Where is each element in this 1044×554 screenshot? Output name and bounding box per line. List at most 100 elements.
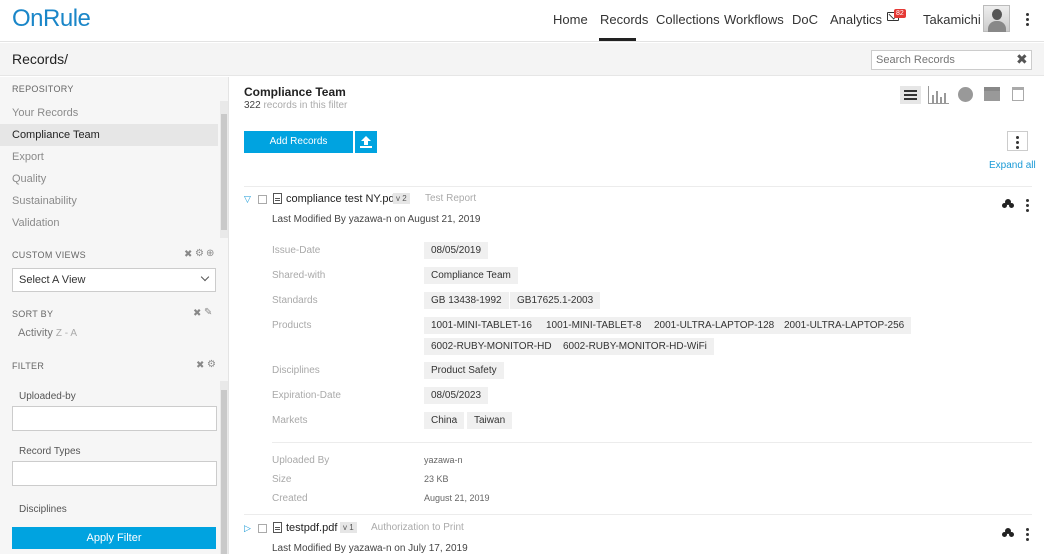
meta-label-size: Size	[272, 474, 292, 485]
prop-label-standards: Standards	[272, 295, 318, 306]
app-logo[interactable]: OnRule	[12, 5, 91, 33]
gear-icon[interactable]: ⚙	[195, 248, 204, 259]
prop-label-disciplines: Disciplines	[272, 365, 320, 376]
prop-label-markets: Markets	[272, 415, 308, 426]
kebab-icon[interactable]	[1026, 199, 1029, 214]
prop-tag: Compliance Team	[424, 267, 518, 284]
sidebar-item-export[interactable]: Export	[0, 146, 218, 168]
prop-label-issue-date: Issue-Date	[272, 245, 321, 256]
sidebar-item-validation[interactable]: Validation	[0, 212, 218, 234]
record-count: 322 records in this filter	[244, 100, 348, 111]
prop-tag: China	[424, 412, 465, 429]
expand-triangle-icon[interactable]: ▷	[244, 523, 251, 534]
sidebar-item-sustainability[interactable]: Sustainability	[0, 190, 218, 212]
record-version-badge: v 2	[393, 193, 410, 204]
chart-icon[interactable]	[928, 86, 949, 104]
sort-field[interactable]: Activity Z - A	[18, 327, 77, 339]
archive-icon[interactable]	[984, 87, 1000, 101]
top-navbar: OnRule Home Records Collections Workflow…	[0, 0, 1044, 42]
repository-scroll-thumb[interactable]	[221, 114, 227, 230]
filter-disciplines-label: Disciplines	[19, 504, 67, 515]
filter-scroll-thumb[interactable]	[221, 390, 227, 554]
trash-icon[interactable]	[1012, 87, 1024, 101]
meta-value-created: August 21, 2019	[424, 493, 490, 503]
prop-tag: 2001-ULTRA-LAPTOP-128	[647, 317, 782, 334]
close-icon[interactable]: ✖	[193, 308, 201, 319]
meta-label-created: Created	[272, 493, 308, 504]
meta-label-uploaded-by: Uploaded By	[272, 455, 330, 466]
record-file-name[interactable]: compliance test NY.pdf	[286, 193, 398, 205]
nav-analytics[interactable]: Analytics	[830, 12, 882, 27]
record-type: Authorization to Print	[371, 522, 464, 533]
close-icon[interactable]: ✖	[184, 249, 192, 260]
prop-tag: GB 13438-1992	[424, 292, 509, 309]
nav-home[interactable]: Home	[553, 12, 588, 27]
expand-triangle-icon[interactable]: ▽	[244, 194, 251, 205]
collection-title: Compliance Team	[244, 85, 346, 99]
pencil-icon[interactable]: ✎	[204, 307, 212, 318]
prop-tag: 6002-RUBY-MONITOR-HD	[424, 338, 559, 355]
kebab-icon[interactable]	[1026, 528, 1029, 543]
record-type: Test Report	[425, 193, 477, 204]
globe-icon[interactable]	[958, 87, 973, 102]
nav-collections[interactable]: Collections	[656, 12, 720, 27]
expand-all-link[interactable]: Expand all	[989, 160, 1036, 171]
select-view-dropdown[interactable]: Select A View	[12, 268, 216, 292]
prop-tag: 08/05/2023	[424, 387, 489, 404]
close-icon[interactable]: ✖	[1016, 51, 1028, 67]
group-icon[interactable]	[1002, 199, 1014, 209]
sidebar-item-compliance-team[interactable]: Compliance Team	[0, 124, 218, 146]
search-input[interactable]	[871, 50, 1032, 70]
gear-icon[interactable]: ⚙	[207, 359, 216, 370]
mail-count-badge: 82	[894, 9, 906, 18]
prop-tag: GB17625.1-2003	[510, 292, 601, 309]
record-modified: Last Modified By yazawa-n on July 17, 20…	[272, 543, 468, 554]
divider	[244, 514, 1032, 515]
add-icon[interactable]: ⊕	[206, 248, 214, 259]
prop-label-products: Products	[272, 320, 312, 331]
divider	[244, 186, 1032, 187]
meta-value-uploaded-by: yazawa-n	[424, 455, 463, 465]
prop-tag: 1001-MINI-TABLET-8	[539, 317, 649, 334]
upload-icon[interactable]	[355, 131, 377, 153]
record-modified: Last Modified By yazawa-n on August 21, …	[272, 214, 481, 225]
sidebar-item-your-records[interactable]: Your Records	[0, 102, 218, 124]
record-version-badge: v 1	[340, 522, 357, 533]
close-icon[interactable]: ✖	[196, 360, 204, 371]
sidebar-item-quality[interactable]: Quality	[0, 168, 218, 190]
list-view-icon[interactable]	[900, 86, 921, 104]
filter-heading: FILTER	[12, 361, 45, 371]
nav-workflows[interactable]: Workflows	[724, 12, 784, 27]
divider	[272, 442, 1032, 443]
apply-filter-button[interactable]: Apply Filter	[12, 527, 216, 549]
kebab-icon	[1016, 136, 1019, 151]
prop-tag: Product Safety	[424, 362, 504, 379]
more-options-button[interactable]	[1007, 131, 1028, 151]
avatar[interactable]	[983, 5, 1010, 32]
uploaded-by-input[interactable]	[12, 406, 217, 431]
document-icon	[273, 193, 282, 204]
filter-uploaded-by-label: Uploaded-by	[19, 391, 76, 402]
filter-record-types-label: Record Types	[19, 446, 81, 457]
add-records-button[interactable]: Add Records	[244, 131, 353, 153]
nav-doc[interactable]: DoC	[792, 12, 818, 27]
sort-heading: SORT BY	[12, 309, 54, 319]
prop-tag: 1001-MINI-TABLET-16	[424, 317, 539, 334]
nav-active-indicator	[599, 38, 636, 41]
record-checkbox[interactable]	[258, 524, 267, 533]
record-types-input[interactable]	[12, 461, 217, 486]
prop-tag: 08/05/2019	[424, 242, 489, 259]
record-file-name[interactable]: testpdf.pdf	[286, 522, 337, 534]
prop-label-shared-with: Shared-with	[272, 270, 326, 281]
custom-views-heading: CUSTOM VIEWS	[12, 250, 86, 260]
prop-label-expiration-date: Expiration-Date	[272, 390, 341, 401]
document-icon	[273, 522, 282, 533]
nav-records[interactable]: Records	[600, 12, 648, 27]
prop-tag: 2001-ULTRA-LAPTOP-256	[777, 317, 912, 334]
kebab-icon[interactable]	[1026, 13, 1029, 28]
meta-value-size: 23 KB	[424, 474, 449, 484]
record-checkbox[interactable]	[258, 195, 267, 204]
page-title: Records/	[12, 51, 69, 67]
group-icon[interactable]	[1002, 528, 1014, 538]
prop-tag: 6002-RUBY-MONITOR-HD-WiFi	[556, 338, 714, 355]
